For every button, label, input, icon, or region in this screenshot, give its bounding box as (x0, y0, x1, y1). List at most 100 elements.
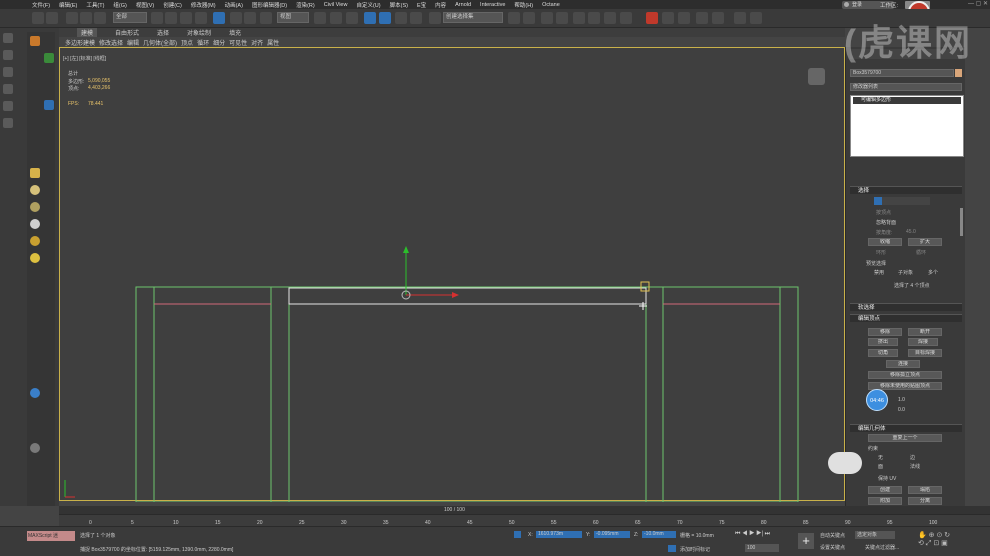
snap-toggle-icon[interactable] (364, 12, 376, 24)
angle-spinner[interactable]: 45.0 (906, 229, 916, 235)
rollout-edit-geometry[interactable]: 编辑几何体 (850, 424, 962, 432)
connect-button[interactable]: 连接 (886, 360, 920, 368)
subtab-edit[interactable]: 编辑 (127, 38, 139, 47)
move-icon[interactable] (213, 12, 225, 24)
key-mode-dropdown[interactable]: 选定对象 (855, 531, 895, 539)
ribbon-toggle-icon[interactable] (573, 12, 585, 24)
maxscript-listener[interactable]: MAXScript 迷 (27, 531, 75, 541)
window-controls[interactable]: — ▢ ✕ (938, 0, 988, 9)
layers-icon[interactable] (556, 12, 568, 24)
reference-coordinate-dropdown[interactable]: 视图 (277, 12, 309, 23)
menu-create[interactable]: 创建(C) (163, 1, 182, 9)
scroll-thumb[interactable] (960, 208, 963, 236)
break-button[interactable]: 断开 (908, 328, 942, 336)
menu-scripting[interactable]: 脚本(S) (390, 1, 408, 9)
globe-icon[interactable] (30, 388, 40, 398)
placement-icon[interactable] (260, 12, 272, 24)
constraint-face-radio[interactable]: 面 (878, 463, 883, 470)
subobject-icons[interactable] (874, 197, 930, 205)
tab-populate[interactable]: 填充 (229, 28, 241, 37)
edit-named-selection-icon[interactable] (429, 12, 441, 24)
rc-plugin-icon[interactable] (44, 100, 54, 110)
key-filters-button[interactable]: 关键点过滤器... (865, 544, 899, 551)
rect-selection-icon[interactable] (180, 12, 192, 24)
by-vertex-checkbox[interactable]: 按顶点 (876, 209, 891, 216)
menu-help[interactable]: 帮助(H) (514, 1, 533, 9)
help-icon[interactable] (30, 443, 40, 453)
constraint-none-radio[interactable]: 无 (878, 454, 883, 461)
material-editor-icon[interactable] (620, 12, 632, 24)
select-object-icon[interactable] (151, 12, 163, 24)
add-time-tag[interactable]: 添加时间标记 (680, 546, 710, 553)
keyboard-shortcut-icon[interactable] (346, 12, 358, 24)
weight-spinner[interactable]: 1.0 (898, 397, 905, 403)
set-key-button[interactable]: 设置关键点 (820, 544, 845, 551)
select-by-name-icon[interactable] (165, 12, 177, 24)
utilities-panel-icon[interactable] (3, 118, 13, 128)
tab-selection[interactable]: 选择 (157, 28, 169, 37)
by-angle-checkbox[interactable]: 按角度: (876, 229, 892, 236)
menu-modifiers[interactable]: 修改器(M) (191, 1, 216, 9)
arnold-render-icon[interactable] (712, 12, 724, 24)
menu-graph-editors[interactable]: 图形编辑器(D) (252, 1, 287, 9)
spinner-snap-icon[interactable] (410, 12, 422, 24)
motion-panel-icon[interactable] (3, 84, 13, 94)
window-crossing-icon[interactable] (195, 12, 207, 24)
menu-interactive[interactable]: Interactive (480, 2, 505, 8)
create-button[interactable]: 创建 (868, 486, 902, 494)
ignore-backface-checkbox[interactable]: 忽略背面 (876, 219, 896, 226)
collapse-button[interactable]: 塌陷 (908, 486, 942, 494)
selected-polygon[interactable] (288, 287, 647, 305)
viewport-left[interactable]: [+] [左] [标准] [线框] 总计 多边形: 5,090,055 顶点: … (59, 47, 845, 502)
hierarchy-panel-icon[interactable] (3, 67, 13, 77)
menu-rendering[interactable]: 渲染(R) (296, 1, 315, 9)
current-frame-field[interactable]: 100 (745, 544, 779, 552)
unlink-icon[interactable] (80, 12, 92, 24)
folder-icon[interactable] (30, 168, 40, 178)
rollout-select[interactable]: 选择 (850, 186, 962, 194)
percent-snap-icon[interactable] (395, 12, 407, 24)
attach-button[interactable]: 附加 (868, 497, 902, 505)
subtab-poly-modeling[interactable]: 多边形建模 (65, 38, 95, 47)
constraint-normal-radio[interactable]: 法线 (910, 463, 920, 470)
time-slider[interactable]: 100 / 100 (59, 506, 990, 514)
loop-button[interactable]: 循环 (916, 249, 926, 256)
preview-multiple-radio[interactable]: 多个 (928, 269, 938, 276)
remove-button[interactable]: 移除 (868, 328, 902, 336)
subtab-subdivision[interactable]: 细分 (213, 38, 225, 47)
extrude-button[interactable]: 挤出 (868, 338, 898, 346)
sun-icon[interactable] (30, 253, 40, 263)
menu-civil-view[interactable]: Civil View (324, 2, 348, 8)
vertex-mode-icon[interactable] (874, 197, 882, 205)
subtab-geometry-all[interactable]: 几何体(全部) (143, 38, 177, 47)
menu-customize[interactable]: 自定义(U) (356, 1, 380, 9)
ps-plugin-icon[interactable] (30, 36, 40, 46)
create-panel-icon[interactable] (3, 33, 13, 43)
subtab-align[interactable]: 对齐 (251, 38, 263, 47)
display-panel-icon[interactable] (3, 101, 13, 111)
subtab-visibility[interactable]: 可见性 (229, 38, 247, 47)
redo-icon[interactable] (46, 12, 58, 24)
modifier-list-dropdown[interactable]: 修改器列表 (850, 83, 962, 91)
rendered-frame-icon[interactable] (662, 12, 674, 24)
curve-editor-icon[interactable] (588, 12, 600, 24)
torus-icon[interactable] (30, 202, 40, 212)
subtab-modify-selection[interactable]: 修改选择 (99, 38, 123, 47)
crease-spinner[interactable]: 0.0 (898, 407, 905, 413)
grow-button[interactable]: 扩大 (908, 238, 942, 246)
schematic-view-icon[interactable] (604, 12, 616, 24)
rollout-soft-selection[interactable]: 软选择 (850, 303, 962, 311)
detach-button[interactable]: 分离 (908, 497, 942, 505)
bind-space-warp-icon[interactable] (94, 12, 106, 24)
menu-tools[interactable]: 工具(T) (86, 1, 104, 9)
modify-panel-icon[interactable] (3, 50, 13, 60)
object-color-swatch[interactable] (955, 69, 962, 77)
ring-button[interactable]: 环形 (876, 249, 886, 256)
weld-button[interactable]: 焊接 (908, 338, 938, 346)
tab-freeform[interactable]: 自由形式 (115, 28, 139, 37)
playback-controls[interactable]: ⏮ ◀ ▶ ▶| ⏭ (735, 531, 779, 539)
x-coordinate-field[interactable]: 1610.973m (536, 531, 582, 538)
menu-file[interactable]: 文件(F) (32, 1, 50, 9)
named-selection-dropdown[interactable]: 创建选择集 (443, 12, 503, 23)
stack-buttons[interactable] (852, 163, 952, 171)
